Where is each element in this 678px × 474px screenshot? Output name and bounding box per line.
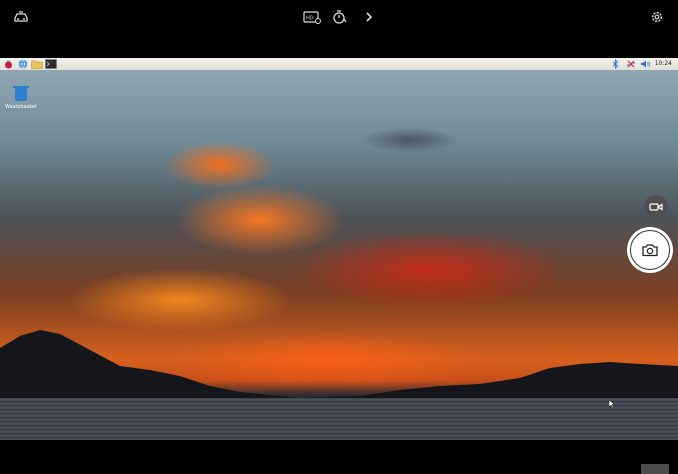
- remote-control-icon[interactable]: [12, 9, 30, 25]
- lake-water: [0, 398, 678, 440]
- video-icon: [649, 203, 663, 211]
- thumbnail-preview[interactable]: [641, 464, 669, 474]
- taskbar-clock: 10:24: [654, 60, 672, 67]
- file-manager-icon[interactable]: [31, 59, 43, 69]
- camera-top-toolbar: HD: [0, 0, 678, 58]
- desktop-icon-wastebasket[interactable]: Wastebasket: [4, 86, 38, 110]
- timer-icon[interactable]: [331, 9, 349, 25]
- bluetooth-icon[interactable]: [612, 59, 619, 69]
- gear-icon[interactable]: [648, 9, 666, 25]
- mouse-cursor: [609, 400, 615, 408]
- chevron-right-icon[interactable]: [360, 9, 378, 25]
- camera-bottom-bar: [0, 440, 678, 474]
- hdr-icon[interactable]: HD: [302, 9, 322, 25]
- browser-icon[interactable]: [18, 59, 28, 69]
- terminal-icon[interactable]: [45, 59, 57, 69]
- network-disconnected-icon[interactable]: [626, 59, 636, 69]
- shutter-button[interactable]: [627, 227, 673, 273]
- volume-icon[interactable]: [640, 59, 651, 69]
- camera-preview: 10:24 Wastebasket: [0, 58, 678, 440]
- video-mode-button[interactable]: [644, 195, 668, 219]
- desktop-icon-label: Wastebasket: [5, 104, 37, 110]
- camera-icon: [642, 244, 658, 257]
- trash-icon: [13, 86, 29, 101]
- mountain-silhouette: [0, 330, 678, 403]
- desktop-wallpaper: Wastebasket: [0, 70, 678, 440]
- svg-text:HD: HD: [306, 16, 314, 22]
- raspberry-menu-icon[interactable]: [4, 59, 13, 69]
